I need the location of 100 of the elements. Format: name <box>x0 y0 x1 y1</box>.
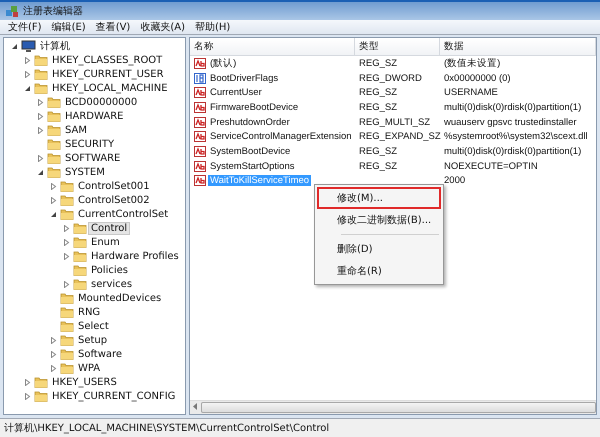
tree-item[interactable]: SECURITY <box>63 138 116 150</box>
computer-icon <box>21 40 36 52</box>
string-value-icon <box>194 175 206 186</box>
value-type: REG_SZ <box>358 160 398 172</box>
menu-item[interactable]: 修改(M)... <box>317 187 441 209</box>
tree-item[interactable]: SOFTWARE <box>63 152 122 164</box>
folder-icon <box>60 334 74 346</box>
folder-icon <box>47 96 61 108</box>
string-value-icon <box>194 146 206 157</box>
menu-item[interactable]: 修改二进制数据(B)... <box>317 209 441 231</box>
string-value-icon <box>194 131 206 142</box>
folder-icon <box>60 180 74 192</box>
tree-item[interactable]: SYSTEM <box>63 166 107 178</box>
folder-icon <box>60 194 74 206</box>
collapse-arrow-icon[interactable] <box>23 84 32 92</box>
scroll-left-arrow-icon[interactable] <box>193 402 198 413</box>
tree-item[interactable]: Control <box>89 222 130 234</box>
column-header[interactable]: 名称 <box>190 38 355 55</box>
value-name[interactable]: ServiceControlManagerExtension <box>208 131 354 142</box>
expand-arrow-icon[interactable] <box>49 350 58 358</box>
tree-item[interactable]: services <box>89 278 134 290</box>
expand-arrow-icon[interactable] <box>36 126 45 134</box>
expand-arrow-icon[interactable] <box>23 70 32 78</box>
expand-arrow-icon[interactable] <box>62 224 71 232</box>
string-value-icon <box>194 116 206 128</box>
binary-value-icon <box>194 72 206 84</box>
expand-arrow-icon[interactable] <box>23 56 32 64</box>
tree-item[interactable]: WPA <box>76 362 102 374</box>
expand-arrow-icon[interactable] <box>49 182 58 190</box>
tree-item[interactable]: HKEY_CURRENT_CONFIG <box>50 390 178 402</box>
expand-arrow-icon[interactable] <box>62 280 71 288</box>
value-type: REG_SZ <box>358 146 398 157</box>
tree-item[interactable]: HKEY_LOCAL_MACHINE <box>50 82 170 94</box>
folder-icon <box>60 306 74 318</box>
collapse-arrow-icon[interactable] <box>10 42 19 50</box>
column-header[interactable]: 数据 <box>440 38 596 55</box>
value-name[interactable]: PreshutdownOrder <box>208 116 292 128</box>
expand-arrow-icon[interactable] <box>36 112 45 120</box>
menu-item[interactable]: 帮助(H) <box>195 20 230 34</box>
expand-arrow-icon[interactable] <box>49 364 58 372</box>
menu-item[interactable]: 文件(F) <box>8 20 42 34</box>
string-value-icon <box>194 102 206 113</box>
value-data: %systemroot%\system32\scext.dll <box>443 131 589 142</box>
tree-item[interactable]: SAM <box>63 124 90 136</box>
value-name[interactable]: SystemBootDevice <box>208 146 292 157</box>
tree-item[interactable]: ControlSet001 <box>76 180 152 192</box>
value-name[interactable]: BootDriverFlags <box>208 72 280 84</box>
menu-item[interactable]: 编辑(E) <box>52 20 86 34</box>
menu-item[interactable]: 重命名(R) <box>317 260 441 282</box>
expand-arrow-icon[interactable] <box>23 378 32 386</box>
value-name[interactable]: FirmwareBootDevice <box>208 102 300 113</box>
folder-icon <box>34 82 48 94</box>
tree-item[interactable]: Setup <box>76 334 110 346</box>
tree-item[interactable]: BCD00000000 <box>63 96 140 108</box>
horizontal-scrollbar[interactable] <box>190 400 596 414</box>
string-value-icon <box>194 87 206 98</box>
value-name[interactable]: (默认) <box>208 56 238 70</box>
expand-arrow-icon[interactable] <box>36 98 45 106</box>
column-header[interactable]: 类型 <box>355 38 440 55</box>
expand-arrow-icon[interactable] <box>23 392 32 400</box>
expand-arrow-icon[interactable] <box>49 196 58 204</box>
expand-arrow-icon[interactable] <box>36 154 45 162</box>
tree-item[interactable]: HKEY_CURRENT_USER <box>50 68 166 80</box>
value-data: multi(0)disk(0)rdisk(0)partition(1) <box>443 146 582 157</box>
expand-arrow-icon[interactable] <box>62 238 71 246</box>
tree-item[interactable]: Enum <box>89 236 122 248</box>
tree-item[interactable]: HKEY_USERS <box>50 376 119 388</box>
expand-arrow-icon[interactable] <box>49 336 58 344</box>
value-name[interactable]: SystemStartOptions <box>208 160 296 172</box>
registry-cubes-icon <box>5 4 19 18</box>
tree-item[interactable]: 计算机 <box>38 39 72 53</box>
value-data: NOEXECUTE=OPTIN <box>443 160 539 172</box>
folder-icon <box>47 110 61 122</box>
tree-item[interactable]: CurrentControlSet <box>76 208 170 220</box>
collapse-arrow-icon[interactable] <box>36 168 45 176</box>
collapse-arrow-icon[interactable] <box>49 210 58 218</box>
value-type: REG_SZ <box>358 58 398 69</box>
tree-item[interactable]: ControlSet002 <box>76 194 152 206</box>
folder-icon <box>47 152 61 164</box>
tree-item[interactable]: Software <box>76 348 124 360</box>
tree-item[interactable]: HARDWARE <box>63 110 126 122</box>
value-name[interactable]: CurrentUser <box>208 87 264 98</box>
status-bar-path: 计算机\HKEY_LOCAL_MACHINE\SYSTEM\CurrentControlSet\Control <box>0 418 600 437</box>
tree-item[interactable]: MountedDevices <box>76 292 164 304</box>
folder-icon <box>34 390 48 402</box>
menu-item[interactable]: 查看(V) <box>96 20 130 34</box>
folder-icon <box>60 362 74 374</box>
menu-item[interactable]: 收藏夹(A) <box>140 20 185 34</box>
folder-icon <box>73 250 87 262</box>
tree-item[interactable]: Hardware Profiles <box>89 250 181 262</box>
folder-icon <box>47 138 61 150</box>
tree-item[interactable]: Select <box>76 320 111 332</box>
folder-icon <box>73 236 87 248</box>
tree-item[interactable]: RNG <box>76 306 102 318</box>
tree-item[interactable]: Policies <box>89 264 130 276</box>
menu-item[interactable]: 删除(D) <box>317 238 441 260</box>
expand-arrow-icon[interactable] <box>62 252 71 260</box>
folder-icon <box>47 124 61 136</box>
tree-item[interactable]: HKEY_CLASSES_ROOT <box>50 54 164 66</box>
value-data: 0x00000000 (0) <box>443 72 512 84</box>
